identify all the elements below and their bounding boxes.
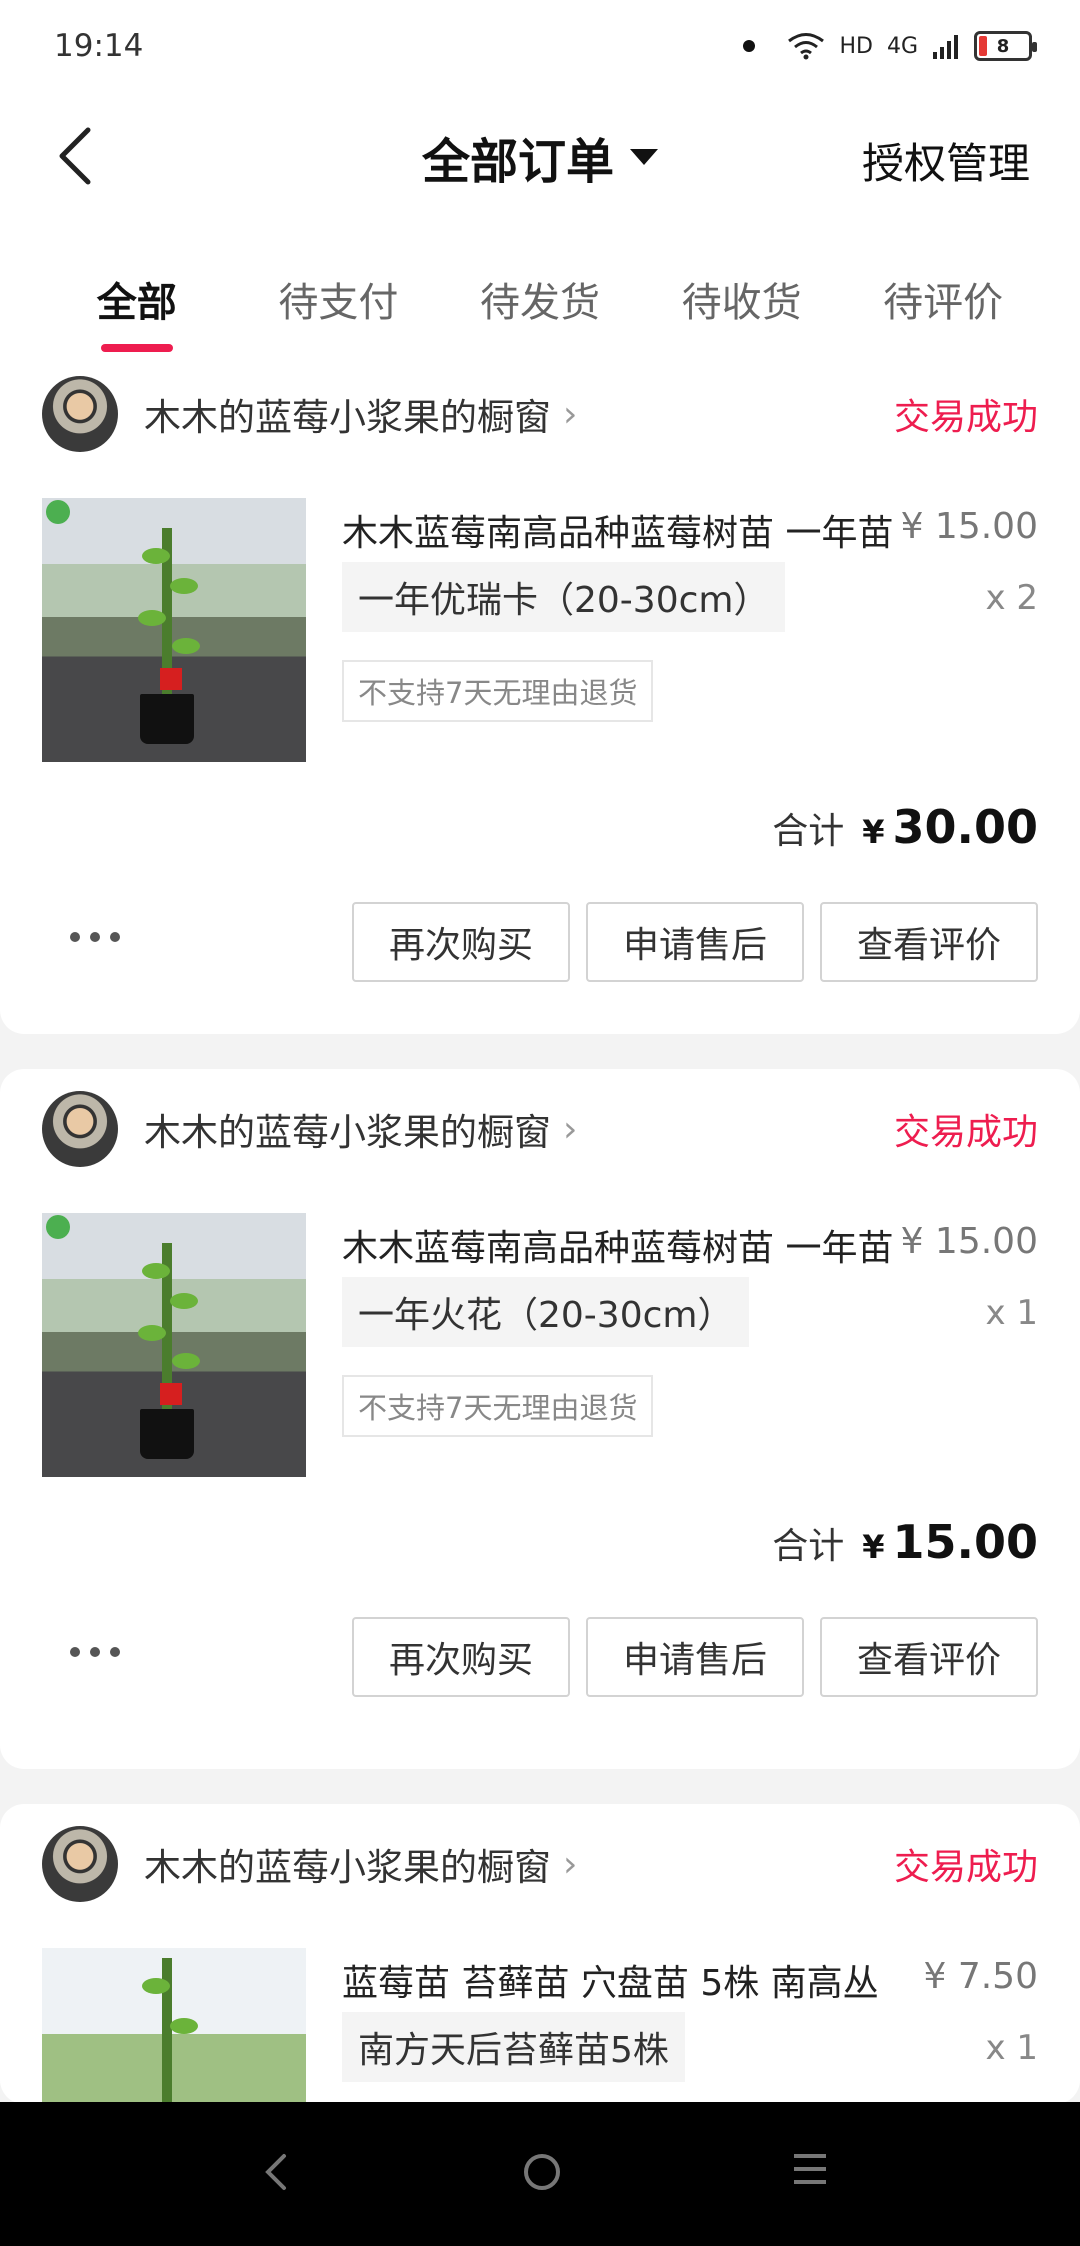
view-review-button[interactable]: 查看评价 bbox=[820, 902, 1038, 982]
total-amount: 30.00 bbox=[892, 800, 1038, 854]
order-total: 合计 ¥ 15.00 bbox=[772, 1515, 1038, 1569]
return-policy-badge: 不支持7天无理由退货 bbox=[342, 660, 654, 722]
nav-back-icon[interactable] bbox=[262, 2152, 288, 2192]
hd-label: HD bbox=[839, 33, 873, 59]
nav-menu-icon[interactable] bbox=[794, 2154, 826, 2188]
total-amount: 15.00 bbox=[892, 1515, 1038, 1569]
product-sku: 一年火花（20-30cm） bbox=[342, 1277, 750, 1347]
tab-pending-review[interactable]: 待评价 bbox=[843, 222, 1043, 354]
shop-name: 木木的蓝莓小浆果的橱窗 bbox=[144, 396, 551, 439]
tab-pending-receipt[interactable]: 待收货 bbox=[642, 222, 842, 354]
tab-pending-payment[interactable]: 待支付 bbox=[238, 222, 438, 354]
shop-logo-icon bbox=[46, 1215, 70, 1239]
product-image[interactable] bbox=[42, 498, 306, 762]
shop-logo-icon bbox=[46, 500, 70, 524]
system-navigation-bar bbox=[0, 2102, 1080, 2246]
chevron-right-icon: › bbox=[563, 393, 578, 435]
battery-level: 8 bbox=[996, 35, 1010, 57]
order-status: 交易成功 bbox=[893, 397, 1038, 438]
shop-avatar bbox=[42, 376, 118, 452]
product-name[interactable]: 木木蓝莓南高品种蓝莓树苗 一年苗 bbox=[342, 1219, 902, 1271]
order-card[interactable]: 木木的蓝莓小浆果的橱窗 › 交易成功 木木蓝莓南高品种蓝莓树苗 一年苗 ¥ 15… bbox=[0, 1069, 1080, 1769]
product-sku: 南方天后苔藓苗5株 bbox=[342, 2012, 685, 2082]
buy-again-button[interactable]: 再次购买 bbox=[352, 1617, 570, 1697]
shop-avatar bbox=[42, 1091, 118, 1167]
after-sales-button[interactable]: 申请售后 bbox=[586, 1617, 804, 1697]
network-label: 4G bbox=[886, 33, 918, 59]
product-image[interactable] bbox=[42, 1213, 306, 1477]
total-label: 合计 bbox=[772, 811, 845, 852]
return-policy-badge: 不支持7天无理由退货 bbox=[342, 1375, 654, 1437]
product-name[interactable]: 蓝莓苗 苔藓苗 穴盘苗 5株 南高丛 bbox=[342, 1954, 892, 2006]
signal-icon bbox=[933, 35, 958, 59]
view-review-button[interactable]: 查看评价 bbox=[820, 1617, 1038, 1697]
notification-dot-icon bbox=[743, 40, 756, 52]
shop-name: 木木的蓝莓小浆果的橱窗 bbox=[144, 1846, 551, 1889]
chevron-right-icon: › bbox=[563, 1108, 578, 1150]
buy-again-button[interactable]: 再次购买 bbox=[352, 902, 570, 982]
shop-name: 木木的蓝莓小浆果的橱窗 bbox=[144, 1111, 551, 1154]
product-sku: 一年优瑞卡（20-30cm） bbox=[342, 562, 786, 632]
total-currency: ¥ bbox=[862, 1528, 885, 1566]
back-arrow-icon[interactable] bbox=[52, 126, 100, 186]
more-options-icon[interactable] bbox=[70, 1647, 120, 1657]
order-actions: 再次购买 申请售后 查看评价 bbox=[0, 1617, 1080, 1697]
status-time: 19:14 bbox=[54, 28, 144, 64]
product-name[interactable]: 木木蓝莓南高品种蓝莓树苗 一年苗 bbox=[342, 504, 902, 556]
tab-pending-shipment[interactable]: 待发货 bbox=[440, 222, 640, 354]
battery-icon: 8 bbox=[974, 31, 1037, 61]
shop-row[interactable]: 木木的蓝莓小浆果的橱窗 › 交易成功 bbox=[42, 376, 1038, 452]
product-price: ¥ 15.00 bbox=[900, 506, 1038, 547]
order-tabs: 全部 待支付 待发货 待收货 待评价 bbox=[0, 222, 1080, 354]
status-bar: 19:14 HD 4G 8 bbox=[0, 0, 1080, 92]
authorization-management-link[interactable]: 授权管理 bbox=[862, 130, 1030, 191]
after-sales-button[interactable]: 申请售后 bbox=[586, 902, 804, 982]
total-currency: ¥ bbox=[862, 813, 885, 851]
product-price: ¥ 15.00 bbox=[900, 1221, 1038, 1262]
product-quantity: x 1 bbox=[985, 2028, 1038, 2068]
shop-avatar bbox=[42, 1826, 118, 1902]
order-actions: 再次购买 申请售后 查看评价 bbox=[0, 902, 1080, 982]
order-total: 合计 ¥ 30.00 bbox=[772, 800, 1038, 854]
header: 全部订单 授权管理 bbox=[0, 92, 1080, 222]
order-filter-dropdown[interactable]: 全部订单 bbox=[422, 122, 658, 192]
shop-row[interactable]: 木木的蓝莓小浆果的橱窗 › 交易成功 bbox=[42, 1826, 1038, 1902]
order-card[interactable]: 木木的蓝莓小浆果的橱窗 › 交易成功 木木蓝莓南高品种蓝莓树苗 一年苗 ¥ 15… bbox=[0, 354, 1080, 1034]
page-title: 全部订单 bbox=[421, 134, 614, 190]
product-quantity: x 2 bbox=[985, 578, 1038, 618]
caret-down-icon bbox=[630, 149, 658, 165]
order-card[interactable]: 木木的蓝莓小浆果的橱窗 › 交易成功 蓝莓苗 苔藓苗 穴盘苗 5株 南高丛 ¥ … bbox=[0, 1804, 1080, 2104]
shop-row[interactable]: 木木的蓝莓小浆果的橱窗 › 交易成功 bbox=[42, 1091, 1038, 1167]
total-label: 合计 bbox=[772, 1526, 845, 1567]
tab-all[interactable]: 全部 bbox=[37, 222, 237, 354]
chevron-right-icon: › bbox=[563, 1843, 578, 1885]
more-options-icon[interactable] bbox=[70, 932, 120, 942]
product-quantity: x 1 bbox=[985, 1293, 1038, 1333]
order-status: 交易成功 bbox=[893, 1112, 1038, 1153]
product-image[interactable] bbox=[42, 1948, 306, 2104]
status-icons: HD 4G 8 bbox=[743, 31, 1037, 61]
product-price: ¥ 7.50 bbox=[923, 1956, 1038, 1997]
order-status: 交易成功 bbox=[893, 1847, 1038, 1888]
wifi-icon bbox=[788, 33, 825, 60]
nav-home-icon[interactable] bbox=[524, 2154, 560, 2190]
